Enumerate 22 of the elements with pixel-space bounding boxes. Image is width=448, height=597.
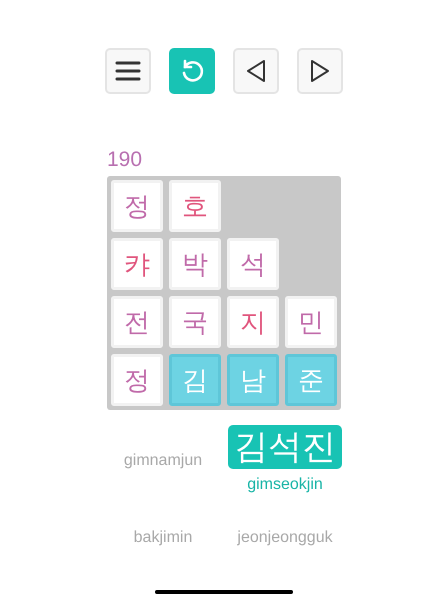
letter-tile[interactable]: 캬 [111,238,163,290]
letter-tile[interactable]: 정 [111,354,163,406]
letter-tile[interactable]: 호 [169,180,221,232]
romanization-text: gimseokjin [247,475,323,495]
letter-tile[interactable]: 석 [227,238,279,290]
letter-tile[interactable]: 박 [169,238,221,290]
menu-button[interactable] [105,48,151,94]
letter-tile[interactable]: 정 [111,180,163,232]
letter-tile[interactable]: 민 [285,296,337,348]
score-text: 190 [107,147,144,173]
romanization-text: bakjimin [134,528,192,548]
letter-tile[interactable]: 지 [227,296,279,348]
romanization-text: gimnamjun [124,451,202,471]
left-triangle-icon [245,59,267,83]
romanization-text: jeonjeongguk [237,528,333,548]
letter-tile[interactable]: 전 [111,296,163,348]
right-triangle-icon [309,59,331,83]
found-word-badge: 김석진 [228,425,342,469]
previous-button[interactable] [233,48,279,94]
next-button[interactable] [297,48,343,94]
letter-tile[interactable]: 국 [169,296,221,348]
menu-icon [115,61,141,81]
